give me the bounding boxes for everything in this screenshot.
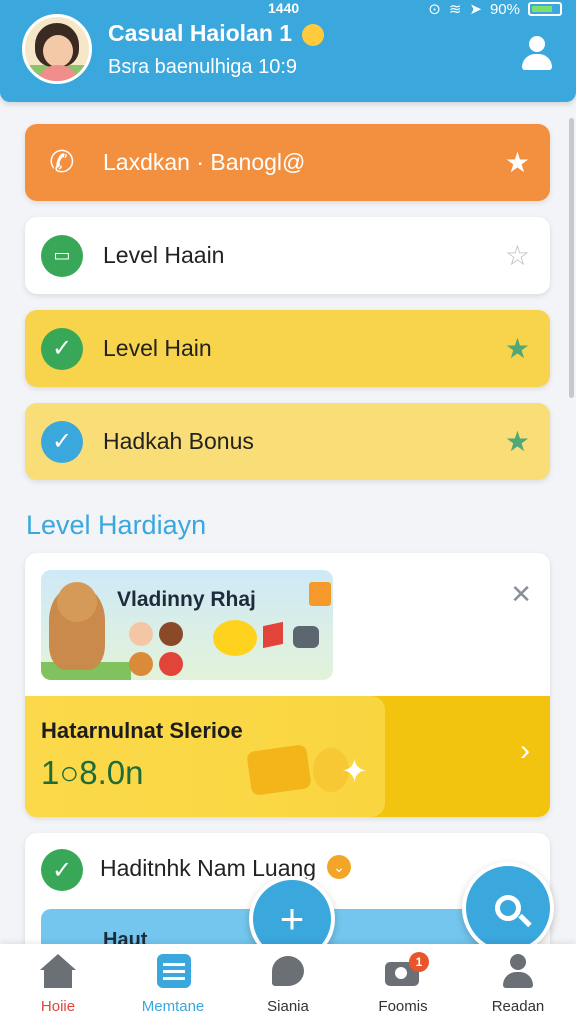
header-subtitle: Bsra baenulhiga 10:9: [108, 56, 298, 78]
app-header: 1440 ⊙ ≋ ➤ 90% Casual Haiolan 1 Bsra bae…: [0, 0, 576, 102]
reward-banner[interactable]: Hatarnulnat Slerioe 1○8.0n ✦ ›: [25, 696, 550, 817]
close-icon[interactable]: ✕: [510, 579, 532, 610]
list-icon: [155, 954, 191, 988]
food-icon: [129, 652, 153, 676]
bottom-tab-bar: Hoiie Memtane Siania 1 Foomis Readan: [0, 944, 576, 1024]
home-icon: [40, 954, 76, 988]
character-icon: [129, 622, 153, 646]
tab-label: Hoiie: [40, 998, 76, 1015]
promo-text: Vladinny Rhaj: [117, 588, 256, 611]
avatar[interactable]: [22, 14, 92, 84]
character-icon: [159, 622, 183, 646]
task-label: Hadkah Bonus: [103, 428, 254, 454]
smiley-icon: [302, 23, 325, 46]
star-filled-icon[interactable]: ★: [505, 332, 530, 365]
bear-icon: [49, 582, 105, 670]
chevron-right-icon[interactable]: ›: [520, 734, 530, 768]
gift-icon: [309, 582, 331, 606]
ticket-icon: [246, 744, 312, 796]
star-filled-icon[interactable]: ★: [505, 146, 530, 179]
star-filled-icon[interactable]: ★: [505, 425, 530, 458]
briefcase-icon: ▭: [41, 234, 83, 277]
status-time: 1440: [268, 0, 300, 16]
phone-icon: ✆: [49, 146, 75, 179]
food-icon: [159, 652, 183, 676]
tab-label: Memtane: [141, 998, 205, 1015]
tab-stats[interactable]: Siania: [238, 954, 338, 1015]
shoe-icon: [293, 626, 319, 648]
block-icon: [263, 621, 283, 649]
star-outline-icon[interactable]: ☆: [505, 239, 530, 272]
tab-home[interactable]: Hoiie: [8, 954, 108, 1015]
task-label: Laxdkan · Banogl@: [103, 149, 306, 175]
scrollbar[interactable]: [569, 118, 574, 398]
status-icons: ⊙ ≋ ➤ 90%: [428, 0, 562, 18]
tab-members[interactable]: Memtane: [123, 954, 223, 1015]
header-title-text: Casual Haiolan 1: [108, 20, 293, 46]
check-icon: ✓: [41, 849, 83, 891]
task-label: Level Hain: [103, 335, 212, 361]
task-card-call[interactable]: ✆ Laxdkan · Banogl@ ★: [25, 124, 550, 201]
search-icon: [495, 895, 521, 921]
camera-icon: 1: [385, 952, 429, 988]
task-label: Level Haain: [103, 242, 225, 268]
tab-label: Siania: [267, 998, 309, 1015]
person-icon: [529, 36, 545, 52]
chat-bubble-icon: [270, 954, 306, 988]
sparkle-icon: ✦: [341, 753, 368, 789]
battery-level: 90%: [489, 0, 520, 18]
battery-icon: [528, 2, 562, 16]
chick-icon: [213, 620, 257, 656]
header-title: Casual Haiolan 1: [108, 20, 325, 47]
tab-label: Readan: [491, 998, 545, 1015]
alarm-icon: ⊙: [428, 1, 441, 18]
banner-value: 1○8.0n: [41, 754, 144, 791]
tab-forums[interactable]: 1 Foomis: [353, 952, 453, 1015]
location-icon: ➤: [469, 1, 482, 18]
task-card-bonus[interactable]: ✓ Hadkah Bonus ★: [25, 403, 550, 480]
notification-badge: 1: [409, 952, 429, 972]
profile-button[interactable]: [520, 36, 554, 70]
search-button[interactable]: [462, 862, 554, 954]
plus-icon: +: [279, 895, 305, 942]
section-title: Level Hardiayn: [26, 510, 207, 540]
tab-reader[interactable]: Readan: [468, 954, 568, 1015]
tab-label: Foomis: [378, 998, 428, 1015]
level-card: Vladinny Rhaj ✕ Hatarnulnat Slerioe 1○8.…: [25, 553, 550, 817]
promo-image[interactable]: Vladinny Rhaj: [41, 570, 333, 680]
task-card-level-done[interactable]: ✓ Level Hain ★: [25, 310, 550, 387]
check-icon: ✓: [41, 420, 83, 463]
task-card-level[interactable]: ▭ Level Haain ☆: [25, 217, 550, 294]
wifi-icon: ≋: [448, 1, 462, 18]
banner-title: Hatarnulnat Slerioe: [41, 718, 243, 743]
check-icon: ✓: [41, 327, 83, 370]
person-icon: [500, 954, 536, 988]
chevron-down-icon[interactable]: ⌄: [327, 855, 351, 879]
